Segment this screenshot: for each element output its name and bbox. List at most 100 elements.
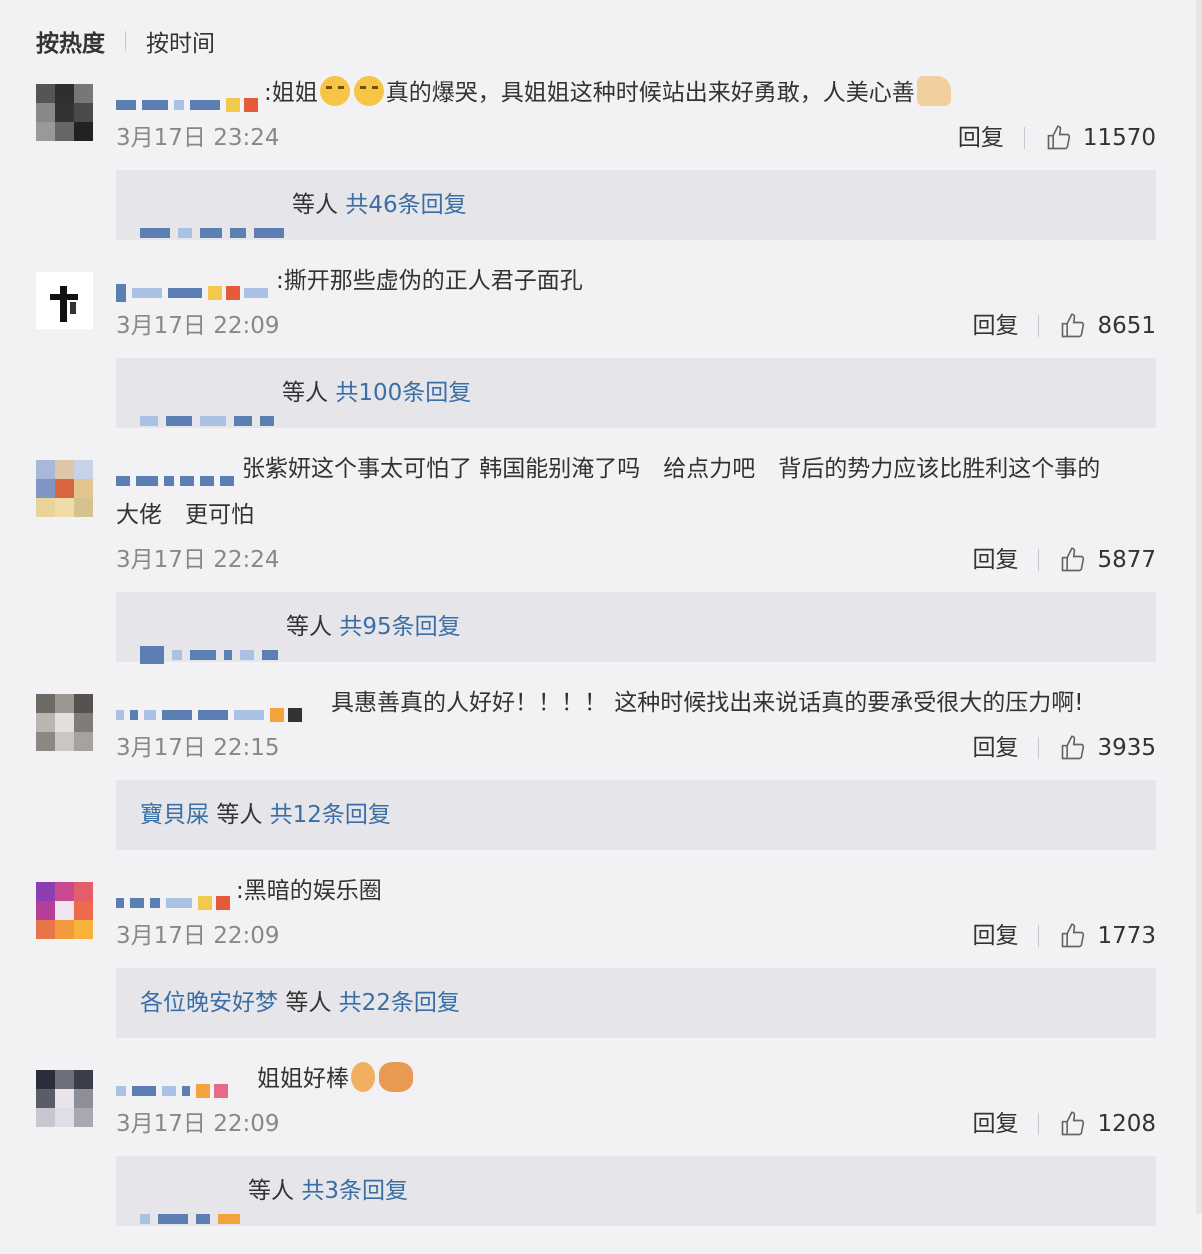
colon: : — [264, 80, 272, 106]
like-count: 1208 — [1097, 1111, 1156, 1137]
thumbs-up-outline-icon — [1062, 923, 1085, 948]
avatar[interactable] — [36, 84, 93, 141]
crying-face-icon — [353, 76, 384, 106]
reply-others-label: 等人 — [285, 990, 332, 1016]
view-replies-link[interactable]: 共22条回复 — [339, 990, 460, 1016]
action-divider — [1038, 315, 1040, 337]
comment-text: :姐姐 真的爆哭，具姐姐这种时候站出来好勇敢，人美心善 — [116, 70, 1156, 116]
view-replies-link[interactable]: 共3条回复 — [301, 1178, 408, 1204]
reply-summary[interactable]: 等人 共3条回复 — [116, 1156, 1156, 1226]
avatar[interactable] — [36, 1070, 93, 1127]
comment-item: 姐姐好棒 3月17日 22:09 回复 1208 等人 共3条回复 — [36, 1062, 1156, 1226]
action-divider — [1023, 127, 1025, 149]
timestamp: 3月17日 22:24 — [116, 547, 280, 573]
avatar[interactable] — [36, 272, 93, 329]
comment-body-cont: 真的爆哭，具姐姐这种时候站出来好勇敢，人美心善 — [385, 80, 915, 106]
comment-text-line2: 大佬 更可怕 — [116, 492, 1156, 538]
like-count: 1773 — [1097, 923, 1156, 949]
reply-summary[interactable]: 等人 共100条回复 — [116, 358, 1156, 428]
tab-sort-by-time[interactable]: 按时间 — [146, 24, 215, 58]
timestamp: 3月17日 23:24 — [116, 125, 280, 151]
sort-tabs: 按热度 按时间 — [36, 24, 215, 58]
comment-meta: 3月17日 22:15 回复 3935 — [116, 731, 1156, 765]
comment-text: :撕开那些虚伪的正人君子面孔 — [116, 258, 1156, 304]
comment-actions: 回复 8651 — [972, 309, 1156, 343]
view-replies-link[interactable]: 共95条回复 — [339, 614, 460, 640]
tab-divider — [125, 31, 126, 51]
comment-text: :黑暗的娱乐圈 — [116, 868, 1156, 914]
avatar[interactable] — [36, 694, 93, 751]
like-button[interactable]: 3935 — [1059, 731, 1156, 765]
comment-item: :撕开那些虚伪的正人君子面孔 3月17日 22:09 回复 8651 等人 共1… — [36, 268, 1156, 432]
avatar[interactable] — [36, 882, 93, 939]
colon: : — [236, 878, 244, 904]
timestamp: 3月17日 22:09 — [116, 313, 280, 339]
reply-summary[interactable]: 寶貝屎 等人 共12条回复 — [116, 780, 1156, 850]
reply-others-label: 等人 — [248, 1178, 294, 1204]
comment-actions: 回复 1208 — [972, 1107, 1156, 1141]
view-replies-link[interactable]: 共46条回复 — [345, 192, 466, 218]
thumbs-up-outline-icon — [1047, 125, 1070, 150]
comment-body: 具惠善真的人好好！！！！ 这种时候找出来说话真的要承受很大的压力啊! — [331, 690, 1084, 716]
comment-item: :黑暗的娱乐圈 3月17日 22:09 回复 1773 各位晚安好梦 等人 共2… — [36, 878, 1156, 1042]
reply-usernames-blurred — [140, 620, 286, 664]
like-button[interactable]: 8651 — [1059, 309, 1156, 343]
like-button[interactable]: 5877 — [1059, 543, 1156, 577]
reply-button[interactable]: 回复 — [972, 309, 1018, 343]
reply-user-link[interactable]: 寶貝屎 — [140, 802, 209, 828]
reply-summary[interactable]: 等人 共95条回复 — [116, 592, 1156, 664]
reply-button[interactable]: 回复 — [972, 1107, 1018, 1141]
like-button[interactable]: 1773 — [1059, 919, 1156, 953]
like-count: 8651 — [1097, 313, 1156, 339]
view-replies-link[interactable]: 共100条回复 — [335, 380, 471, 406]
praying-hands-emoji-icon — [379, 1062, 413, 1092]
username-blurred[interactable] — [116, 82, 262, 112]
thumbs-up-outline-icon — [1062, 313, 1085, 338]
reply-usernames-blurred — [140, 1184, 248, 1224]
reply-others-label: 等人 — [216, 802, 263, 828]
timestamp: 3月17日 22:15 — [116, 735, 280, 761]
thumbs-up-emoji-icon — [916, 76, 951, 106]
thumbs-up-outline-icon — [1062, 1111, 1085, 1136]
colon: : — [276, 268, 284, 294]
reply-others-label: 等人 — [292, 192, 338, 218]
username-blurred[interactable] — [116, 458, 240, 486]
comment-meta: 3月17日 22:09 回复 1773 — [116, 919, 1156, 953]
reply-button[interactable]: 回复 — [958, 121, 1004, 155]
reply-button[interactable]: 回复 — [972, 919, 1018, 953]
comment-item: 张紫妍这个事太可怕了 韩国能别淹了吗 给点力吧 背后的势力应该比胜利这个事的 大… — [36, 456, 1156, 666]
timestamp: 3月17日 22:09 — [116, 1111, 280, 1137]
comment-text: 张紫妍这个事太可怕了 韩国能别淹了吗 给点力吧 背后的势力应该比胜利这个事的 — [116, 446, 1156, 492]
username-blurred[interactable] — [116, 1068, 232, 1098]
username-blurred[interactable] — [116, 880, 234, 910]
crying-face-icon — [319, 76, 350, 106]
comment-meta: 3月17日 22:09 回复 8651 — [116, 309, 1156, 343]
comment-body: 撕开那些虚伪的正人君子面孔 — [283, 268, 583, 294]
reply-button[interactable]: 回复 — [972, 731, 1018, 765]
reply-summary[interactable]: 等人 共46条回复 — [116, 170, 1156, 240]
comment-body: 张紫妍这个事太可怕了 韩国能别淹了吗 给点力吧 背后的势力应该比胜利这个事的 — [242, 456, 1101, 482]
action-divider — [1038, 925, 1040, 947]
username-blurred[interactable] — [116, 270, 274, 302]
comment-actions: 回复 1773 — [972, 919, 1156, 953]
tab-sort-by-hot[interactable]: 按热度 — [36, 24, 105, 58]
reply-summary[interactable]: 各位晚安好梦 等人 共22条回复 — [116, 968, 1156, 1038]
view-replies-link[interactable]: 共12条回复 — [270, 802, 391, 828]
comment-meta: 3月17日 22:09 回复 1208 — [116, 1107, 1156, 1141]
like-button[interactable]: 1208 — [1059, 1107, 1156, 1141]
like-count: 5877 — [1097, 547, 1156, 573]
reply-others-label: 等人 — [282, 380, 328, 406]
reply-user-link[interactable]: 各位晚安好梦 — [140, 990, 278, 1016]
timestamp: 3月17日 22:09 — [116, 923, 280, 949]
comment-body: 姐姐好棒 — [257, 1066, 349, 1092]
comment-meta: 3月17日 23:24 回复 11570 — [116, 121, 1156, 155]
scrollbar-track — [1196, 0, 1202, 1214]
avatar[interactable] — [36, 460, 93, 517]
username-blurred[interactable] — [116, 692, 306, 722]
like-button[interactable]: 11570 — [1045, 121, 1156, 155]
action-divider — [1038, 549, 1040, 571]
action-divider — [1038, 1113, 1040, 1135]
reply-button[interactable]: 回复 — [972, 543, 1018, 577]
reply-others-label: 等人 — [286, 614, 332, 640]
comment-item: 具惠善真的人好好！！！！ 这种时候找出来说话真的要承受很大的压力啊! 3月17日… — [36, 690, 1156, 854]
